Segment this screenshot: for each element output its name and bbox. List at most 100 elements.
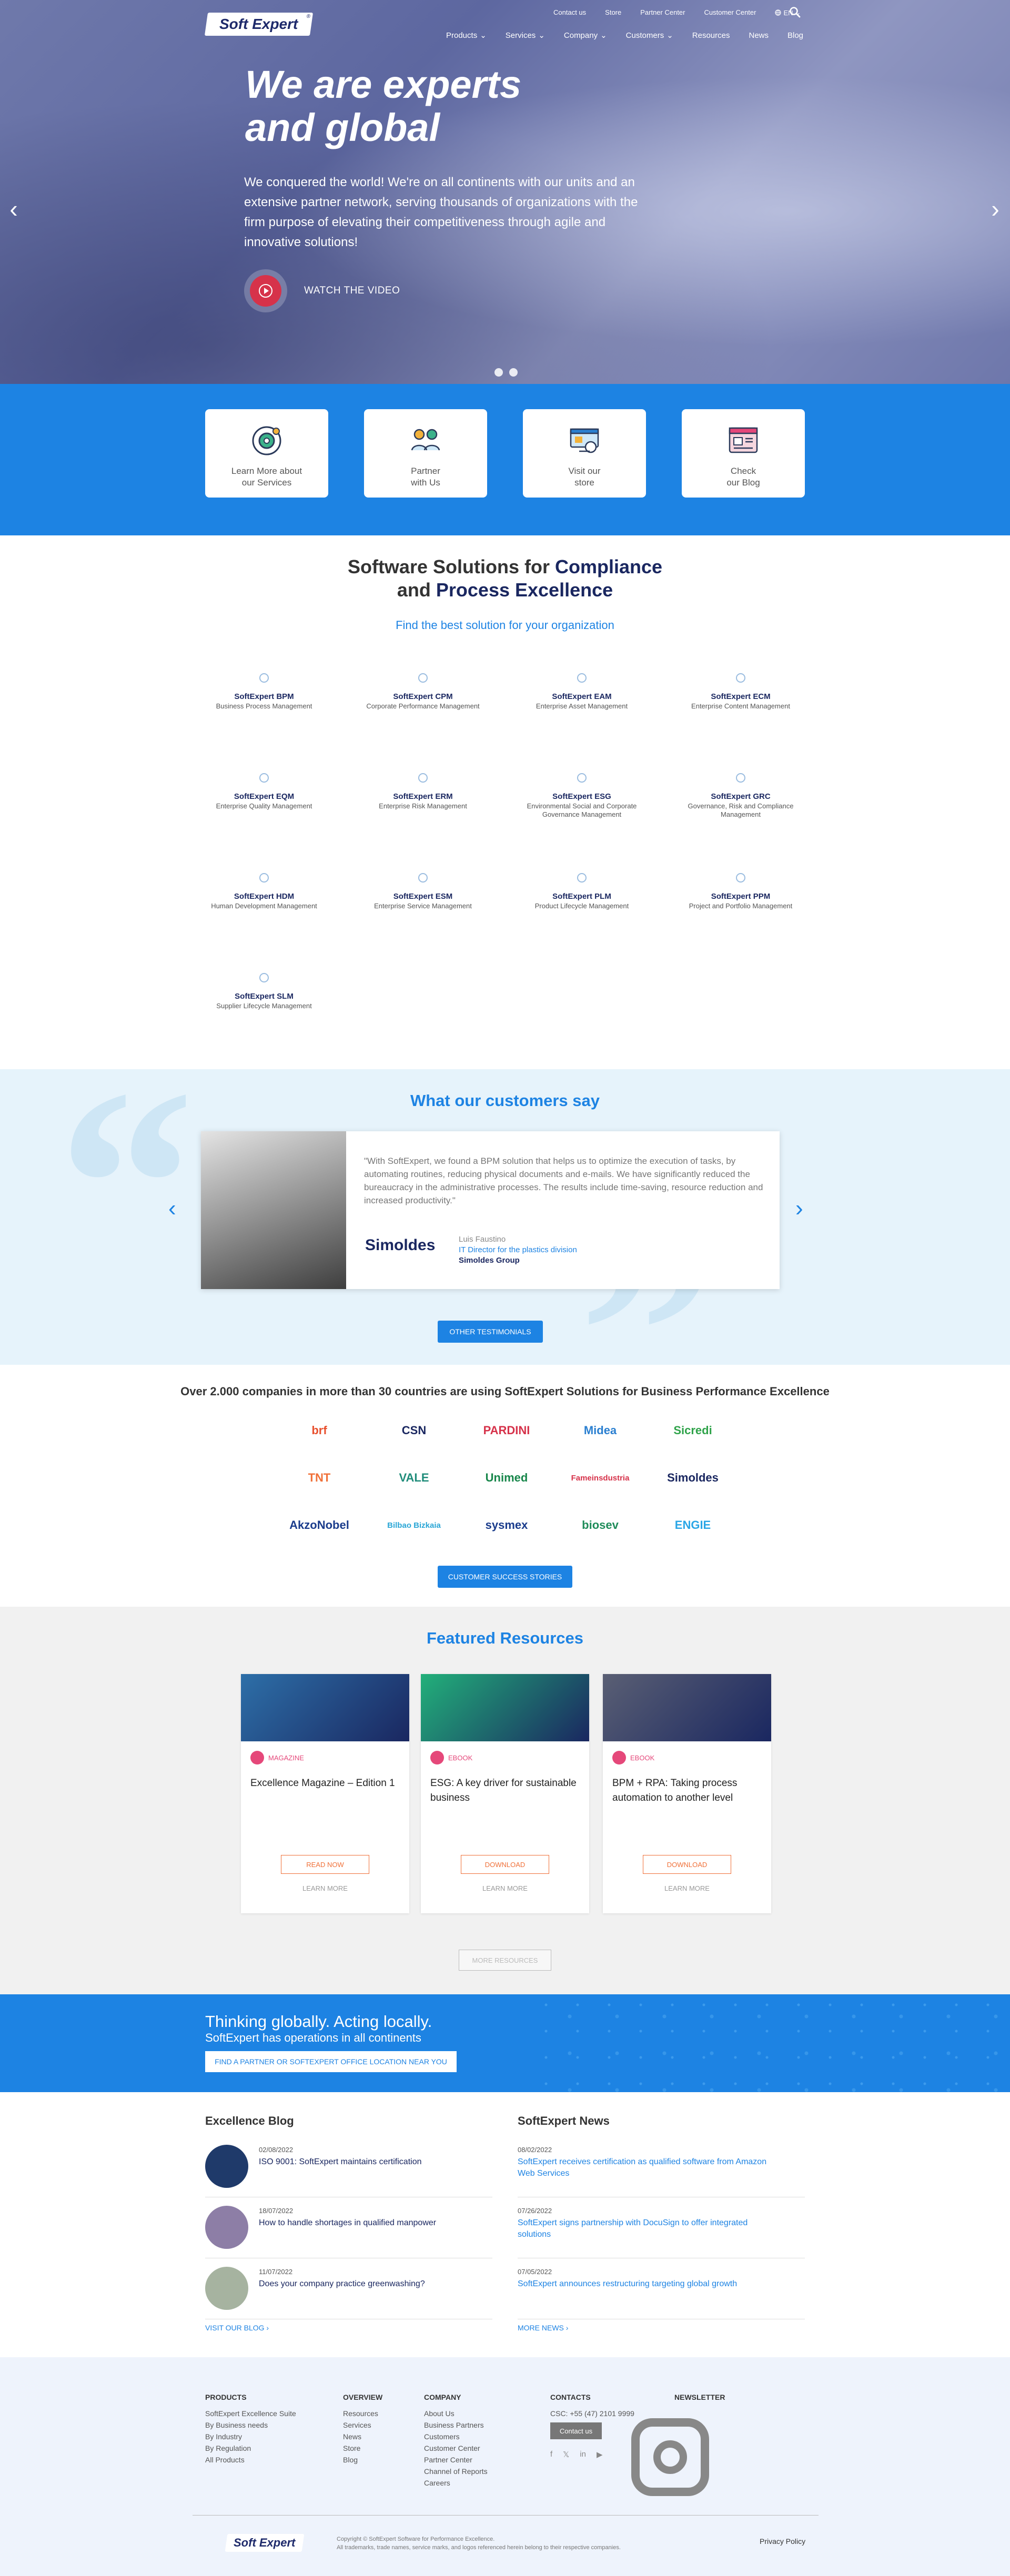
product-name: SoftExpert SLM [235,992,294,1001]
footer-company-link[interactable]: Business Partners [424,2419,488,2431]
footer-overview-link[interactable]: Blog [343,2454,378,2466]
slider-dot[interactable] [494,368,503,377]
more-resources-button[interactable]: MORE RESOURCES [459,1950,551,1971]
footer-overview-list: Resources Services News Store Blog [343,2408,378,2466]
nav-item-products[interactable]: Products ⌄ [446,31,487,40]
softexpert-logo[interactable]: Soft Expert ® [204,13,314,36]
footer-company-link[interactable]: Customers [424,2431,488,2442]
news-date: 07/26/2022 [518,2207,552,2215]
product-item[interactable]: SoftExpert EAM Enterprise Asset Managemen… [519,673,645,711]
product-item[interactable]: SoftExpert PPM Project and Portfolio Mana… [678,873,804,910]
watch-video-label[interactable]: WATCH THE VIDEO [304,285,400,297]
nav-item-services[interactable]: Services ⌄ [506,31,545,40]
blog-thumbnail [205,2206,248,2249]
footer-product-link[interactable]: By Regulation [205,2442,296,2454]
product-description: Human Development Management [211,902,317,910]
blog-item[interactable]: 11/07/2022 Does your company practice gre… [205,2267,492,2319]
footer-company-link[interactable]: Careers [424,2477,488,2489]
product-description: Corporate Performance Management [366,702,480,710]
more-news-link[interactable]: MORE NEWS › [518,2324,568,2332]
testimonial-next-arrow[interactable]: › [795,1195,803,1222]
news-item[interactable]: 08/02/2022 SoftExpert receives certificat… [518,2145,805,2197]
visit-blog-link[interactable]: VISIT OUR BLOG › [205,2324,269,2332]
slider-next-arrow[interactable]: › [985,195,1006,223]
news-item[interactable]: 07/26/2022 SoftExpert signs partnership w… [518,2206,805,2258]
footer-company-link[interactable]: Channel of Reports [424,2466,488,2477]
product-name: SoftExpert BPM [234,692,294,701]
quick-link-partner[interactable]: Partner with Us [364,409,487,498]
quick-link-services[interactable]: Learn More about our Services [205,409,328,498]
product-item[interactable]: SoftExpert HDM Human Development Manageme… [201,873,327,910]
resource-card[interactable]: EBOOK BPM + RPA: Taking process automatio… [603,1674,771,1913]
product-item[interactable]: SoftExpert ERM Enterprise Risk Management [360,773,486,810]
find-partner-button[interactable]: FIND A PARTNER OR SOFTEXPERT OFFICE LOCA… [205,2051,457,2072]
blog-item[interactable]: 18/07/2022 How to handle shortages in qua… [205,2206,492,2258]
product-item[interactable]: SoftExpert ESM Enterprise Service Managem… [360,873,486,910]
privacy-policy-link[interactable]: Privacy Policy [760,2537,805,2545]
footer-product-link[interactable]: By Business needs [205,2419,296,2431]
product-item[interactable]: SoftExpert ESG Environmental Social and C… [519,773,645,819]
footer-company-link[interactable]: Partner Center [424,2454,488,2466]
product-item[interactable]: SoftExpert BPM Business Process Managemen… [201,673,327,711]
top-link-customer-center[interactable]: Customer Center [704,8,756,17]
blog-item[interactable]: 02/08/2022 ISO 9001: SoftExpert maintains… [205,2145,492,2197]
resource-learn-more-link[interactable]: LEARN MORE [603,1884,771,1892]
top-link-contact[interactable]: Contact us [553,8,586,17]
resource-card[interactable]: MAGAZINE Excellence Magazine – Edition 1 R… [241,1674,409,1913]
nav-item-blog[interactable]: Blog [787,31,803,40]
footer-overview-link[interactable]: Store [343,2442,378,2454]
footer-company-link[interactable]: Customer Center [424,2442,488,2454]
product-icon [418,773,428,783]
twitter-icon[interactable]: 𝕏 [563,2450,569,2459]
facebook-icon[interactable]: f [550,2450,552,2459]
quick-link-store[interactable]: Visit our store [523,409,646,498]
slider-prev-arrow[interactable]: ‹ [3,195,24,223]
product-item[interactable]: SoftExpert CPM Corporate Performance Mana… [360,673,486,711]
youtube-icon[interactable]: ▶ [597,2450,603,2459]
linkedin-icon[interactable]: in [580,2450,586,2459]
testimonial-quote: "With SoftExpert, we found a BPM solutio… [364,1156,763,1205]
nav-item-label: News [749,31,769,40]
nav-item-news[interactable]: News [749,31,769,40]
product-item[interactable]: SoftExpert ECM Enterprise Content Managem… [678,673,804,711]
footer-contact-button[interactable]: Contact us [550,2422,602,2439]
resource-action-button[interactable]: DOWNLOAD [643,1855,731,1874]
footer-overview-link[interactable]: Services [343,2419,378,2431]
resource-action-button[interactable]: DOWNLOAD [461,1855,549,1874]
footer-company-link[interactable]: About Us [424,2408,488,2419]
top-link-partner-center[interactable]: Partner Center [640,8,685,17]
resource-action-button[interactable]: READ NOW [281,1855,369,1874]
footer-logo[interactable]: Soft Expert [225,2534,305,2552]
quick-link-blog[interactable]: Check our Blog [682,409,805,498]
play-video-button[interactable] [244,269,287,312]
nav-item-company[interactable]: Company ⌄ [564,31,607,40]
news-item[interactable]: 07/05/2022 SoftExpert announces restructu… [518,2267,805,2319]
footer-overview-link[interactable]: Resources [343,2408,378,2419]
resource-card[interactable]: EBOOK ESG: A key driver for sustainable b… [421,1674,589,1913]
product-item[interactable]: SoftExpert PLM Product Lifecycle Manageme… [519,873,645,910]
nav-item-label: Blog [787,31,804,40]
testimonial-prev-arrow[interactable]: ‹ [168,1195,176,1222]
resource-learn-more-link[interactable]: LEARN MORE [421,1884,589,1892]
top-link-store[interactable]: Store [605,8,621,17]
other-testimonials-button[interactable]: OTHER TESTIMONIALS [438,1321,543,1343]
resource-image [603,1674,771,1741]
footer-product-link[interactable]: All Products [205,2454,296,2466]
nav-item-customers[interactable]: Customers ⌄ [626,31,673,40]
slider-dot[interactable] [509,368,518,377]
resource-learn-more-link[interactable]: LEARN MORE [241,1884,409,1892]
footer-product-link[interactable]: By Industry [205,2431,296,2442]
product-item[interactable]: SoftExpert SLM Supplier Lifecycle Managem… [201,973,327,1010]
quick-links: Learn More about our Services Partner with… [0,384,1010,535]
footer-overview-link[interactable]: News [343,2431,378,2442]
product-item[interactable]: SoftExpert EQM Enterprise Quality Managem… [201,773,327,810]
product-icon [577,873,587,883]
product-item[interactable]: SoftExpert GRC Governance, Risk and Compl… [678,773,804,819]
footer-company-title: COMPANY [424,2393,461,2401]
nav-item-label: Products [446,31,478,40]
search-icon[interactable] [789,6,801,18]
nav-item-resources[interactable]: Resources [692,31,730,40]
customer-success-stories-button[interactable]: CUSTOMER SUCCESS STORIES [438,1566,572,1588]
footer-product-link[interactable]: SoftExpert Excellence Suite [205,2408,296,2419]
instagram-icon[interactable] [631,2418,709,2496]
